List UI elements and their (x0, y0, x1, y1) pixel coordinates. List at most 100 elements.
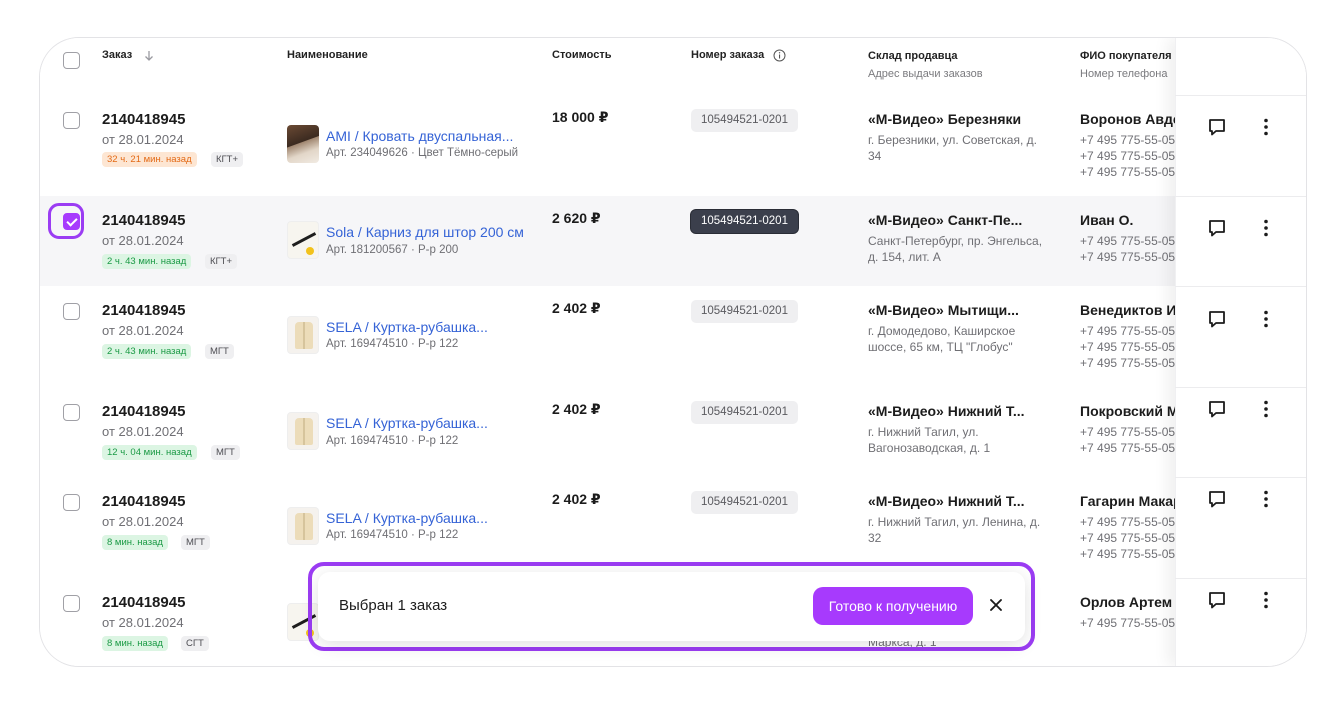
ready-for-pickup-button[interactable]: Готово к получению (813, 587, 973, 625)
order-number-chip[interactable]: 105494521-0201 (691, 210, 798, 233)
product-image[interactable] (287, 221, 319, 259)
sort-down-icon[interactable] (144, 50, 154, 62)
more-icon[interactable] (1255, 488, 1277, 510)
order-date: от 28.01.2024 (102, 132, 184, 147)
row-checkbox[interactable] (63, 213, 80, 230)
buyer-phone: +7 495 775-55-05 (1080, 425, 1175, 439)
order-id[interactable]: 2140418945 (102, 302, 185, 319)
buyer-phone: +7 495 775-55-05 (1080, 616, 1175, 630)
product-meta: Арт. 169474510 · Р-р 122 (326, 529, 459, 541)
order-number-chip[interactable]: 105494521-0201 (691, 491, 798, 514)
order-id[interactable]: 2140418945 (102, 493, 185, 510)
header-warehouse: Склад продавца (868, 50, 958, 62)
comment-icon[interactable] (1206, 308, 1228, 330)
header-buyer: ФИО покупателя (1080, 50, 1172, 62)
header-name: Наименование (287, 49, 368, 61)
zone-badge: КГТ+ (205, 254, 238, 269)
buyer-phone: +7 495 775-55-05 (1080, 340, 1175, 354)
warehouse-address: г. Нижний Тагил, ул. Ленина, д. 32 (868, 515, 1041, 545)
price: 2 402 ₽ (552, 491, 601, 507)
product-link[interactable]: SELA / Куртка-рубашка... (326, 510, 488, 526)
product-image[interactable] (287, 125, 319, 163)
more-icon[interactable] (1255, 398, 1277, 420)
product-meta: Арт. 234049626 · Цвет Тёмно-серый (326, 147, 519, 159)
table-row[interactable]: 2140418945 от 28.01.2024 12 ч. 04 мин. н… (40, 387, 1306, 478)
header-cost: Стоимость (552, 49, 612, 61)
warehouse-name: «М-Видео» Нижний Т... (868, 493, 1025, 509)
zone-badge: МГТ (205, 344, 234, 359)
time-badge: 2 ч. 43 мин. назад (102, 344, 192, 359)
order-id[interactable]: 2140418945 (102, 111, 185, 128)
order-date: от 28.01.2024 (102, 233, 184, 248)
buyer-phone: +7 495 775-55-05 (1080, 149, 1175, 163)
time-badge: 32 ч. 21 мин. назад (102, 152, 197, 167)
row-checkbox[interactable] (63, 494, 80, 511)
product-meta: Арт. 181200567 · Р-р 200 (326, 244, 459, 256)
product-image[interactable] (287, 412, 319, 450)
comment-icon[interactable] (1206, 488, 1228, 510)
more-icon[interactable] (1255, 116, 1277, 138)
table-row[interactable]: 2140418945 от 28.01.2024 32 ч. 21 мин. н… (40, 95, 1306, 197)
warehouse-address: г. Березники, ул. Советская, д. 34 (868, 133, 1037, 163)
table-row[interactable]: 2140418945 от 28.01.2024 2 ч. 43 мин. на… (40, 286, 1306, 388)
order-date: от 28.01.2024 (102, 514, 184, 529)
row-checkbox[interactable] (63, 112, 80, 129)
price: 2 402 ₽ (552, 401, 601, 417)
zone-badge: МГТ (211, 445, 240, 460)
order-date: от 28.01.2024 (102, 323, 184, 338)
buyer-phone: +7 495 775-55-05 (1080, 441, 1175, 455)
select-all-checkbox[interactable] (63, 52, 80, 69)
order-date: от 28.01.2024 (102, 615, 184, 630)
warehouse-name: «М-Видео» Нижний Т... (868, 403, 1025, 419)
more-icon[interactable] (1255, 589, 1277, 611)
order-number-chip[interactable]: 105494521-0201 (691, 109, 798, 132)
header-order[interactable]: Заказ (102, 49, 132, 61)
product-image[interactable] (287, 316, 319, 354)
table-row[interactable]: 2140418945 от 28.01.2024 2 ч. 43 мин. на… (40, 196, 1306, 287)
close-icon[interactable] (988, 597, 1004, 613)
order-number-chip[interactable]: 105494521-0201 (691, 300, 798, 323)
row-checkbox[interactable] (63, 595, 80, 612)
selection-count: Выбран 1 заказ (339, 597, 448, 614)
order-date: от 28.01.2024 (102, 424, 184, 439)
warehouse-name: «М-Видео» Санкт-Пе... (868, 212, 1023, 228)
buyer-phone: +7 495 775-55-05 (1080, 324, 1175, 338)
buyer-name: Иван О. (1080, 212, 1134, 228)
buyer-phone: +7 495 775-55-05 (1080, 165, 1175, 179)
buyer-name: Гагарин Макар (1080, 493, 1175, 509)
warehouse-name: «М-Видео» Березняки (868, 111, 1022, 127)
selection-toast: Выбран 1 заказ Готово к получению (318, 572, 1025, 641)
warehouse-address: г. Домодедово, Каширское шоссе, 65 км, Т… (868, 324, 1016, 354)
order-id[interactable]: 2140418945 (102, 403, 185, 420)
product-link[interactable]: SELA / Куртка-рубашка... (326, 319, 488, 335)
order-id[interactable]: 2140418945 (102, 212, 185, 229)
order-number-chip[interactable]: 105494521-0201 (691, 401, 798, 424)
comment-icon[interactable] (1206, 589, 1228, 611)
product-link[interactable]: SELA / Куртка-рубашка... (326, 415, 488, 431)
comment-icon[interactable] (1206, 217, 1228, 239)
row-checkbox[interactable] (63, 404, 80, 421)
product-link[interactable]: AMI / Кровать двуспальная... (326, 128, 513, 144)
buyer-name: Венедиктов Иван (1080, 302, 1175, 318)
order-id[interactable]: 2140418945 (102, 594, 185, 611)
buyer-phone: +7 495 775-55-05 (1080, 250, 1175, 264)
product-link[interactable]: Sola / Карниз для штор 200 см (326, 224, 524, 240)
price: 2 620 ₽ (552, 210, 601, 226)
buyer-phone: +7 495 775-55-05 (1080, 531, 1175, 545)
comment-icon[interactable] (1206, 398, 1228, 420)
header-order-number: Номер заказа (691, 49, 765, 61)
warehouse-name: «М-Видео» Мытищи... (868, 302, 1019, 318)
table-header: Заказ Наименование Стоимость Номер заказ… (40, 38, 1306, 96)
buyer-name: Орлов Артем (1080, 594, 1173, 610)
more-icon[interactable] (1255, 308, 1277, 330)
buyer-phone: +7 495 775-55-05 (1080, 133, 1175, 147)
row-checkbox[interactable] (63, 303, 80, 320)
info-icon[interactable] (773, 49, 786, 62)
warehouse-address: Санкт-Петербург, пр. Энгельса, д. 154, л… (868, 234, 1043, 264)
time-badge: 2 ч. 43 мин. назад (102, 254, 192, 269)
more-icon[interactable] (1255, 217, 1277, 239)
zone-badge: МГТ (181, 535, 210, 550)
comment-icon[interactable] (1206, 116, 1228, 138)
product-image[interactable] (287, 507, 319, 545)
buyer-name: Покровский Марк (1080, 403, 1175, 419)
